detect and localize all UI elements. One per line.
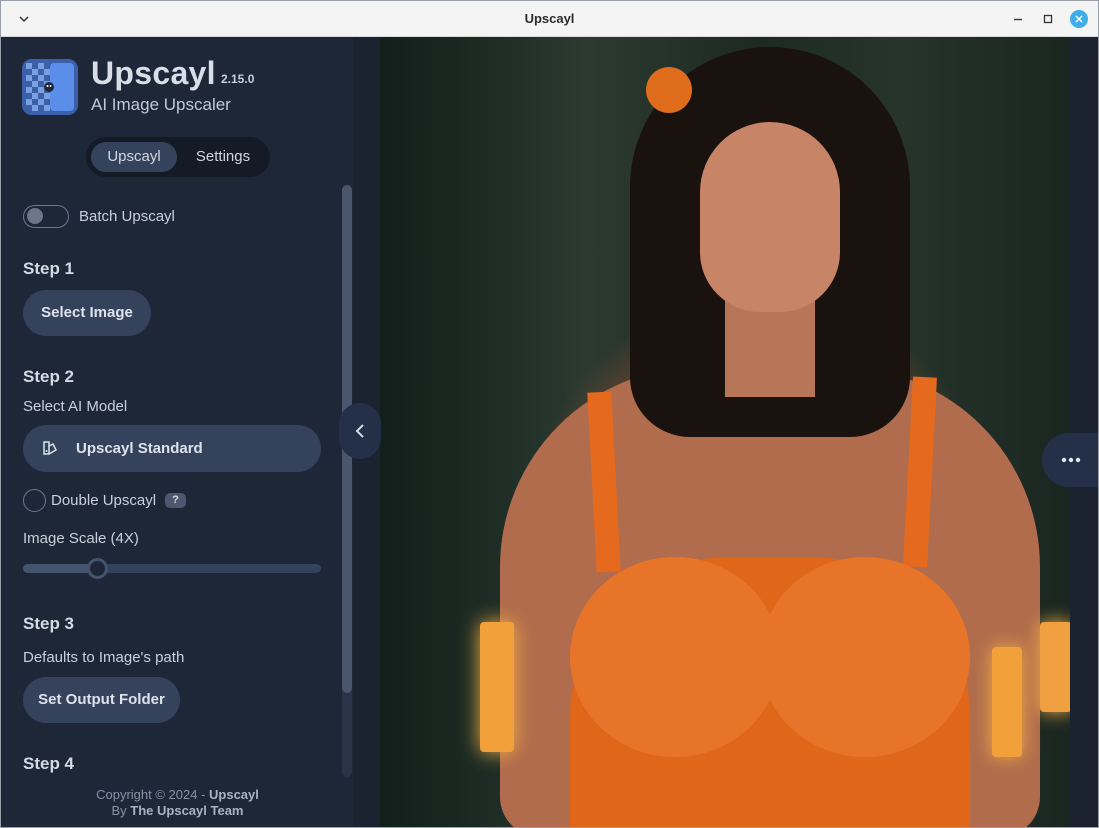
sidebar-scrollbar[interactable] — [342, 185, 352, 777]
batch-upscayl-label: Batch Upscayl — [79, 208, 175, 225]
model-swatch-icon — [43, 441, 57, 455]
double-upscayl-checkbox[interactable] — [23, 489, 46, 512]
collapse-sidebar-button[interactable] — [339, 403, 381, 459]
tab-upscayl[interactable]: Upscayl — [91, 142, 177, 172]
window-title: Upscayl — [524, 11, 575, 26]
minimize-icon — [1014, 18, 1022, 21]
photo-pumpkin-ornament — [646, 67, 692, 113]
output-folder-hint: Defaults to Image's path — [23, 649, 185, 666]
app-name: Upscayl — [91, 55, 216, 91]
step1-heading: Step 1 — [23, 259, 75, 278]
step3-heading: Step 3 — [23, 614, 75, 633]
copyright-text: Copyright © 2024 - — [96, 787, 210, 802]
footer-copyright: Copyright © 2024 - Upscayl — [2, 787, 353, 802]
preview-image — [380, 37, 1070, 827]
sidebar: Upscayl 2.15.0 AI Image Upscaler Upscayl… — [2, 37, 353, 827]
app-tagline: AI Image Upscaler — [91, 95, 231, 114]
image-scale-slider[interactable] — [23, 558, 321, 579]
credit-link[interactable]: The Upscayl Team — [130, 803, 243, 818]
slider-handle[interactable] — [87, 558, 108, 579]
photo-candle-right — [992, 647, 1022, 757]
upscayl-logo-icon — [22, 59, 78, 115]
photo-face-shape — [700, 122, 840, 312]
image-scale-label: Image Scale (4X) — [23, 530, 139, 547]
maximize-icon — [1043, 14, 1053, 24]
app-version: 2.15.0 — [221, 72, 255, 86]
photo-candle-left — [480, 622, 514, 752]
app-window: Upscayl Upscayl 2.15.0 AI Image Upscaler… — [0, 0, 1099, 828]
chevron-left-icon — [355, 424, 364, 438]
more-options-button[interactable] — [1042, 433, 1098, 487]
copyright-link[interactable]: Upscayl — [209, 787, 259, 802]
title-bar: Upscayl — [1, 1, 1098, 37]
minimize-button[interactable] — [1009, 10, 1027, 28]
double-upscayl-label: Double Upscayl — [51, 492, 157, 509]
photo-cup-right — [760, 557, 970, 757]
photo-candle-far-right — [1040, 622, 1070, 712]
model-select-label: Upscayl Standard — [76, 440, 203, 457]
close-icon — [1075, 15, 1083, 23]
toggle-knob — [27, 208, 43, 224]
footer-credit: By The Upscayl Team — [2, 803, 353, 818]
app-logo — [22, 59, 78, 115]
batch-upscayl-toggle[interactable] — [23, 205, 69, 228]
close-button[interactable] — [1070, 10, 1088, 28]
more-horizontal-icon — [1061, 457, 1081, 463]
tab-settings[interactable]: Settings — [181, 142, 265, 172]
maximize-button[interactable] — [1039, 10, 1057, 28]
credit-text: By — [111, 803, 131, 818]
image-preview-pane — [353, 37, 1098, 827]
model-select-button[interactable]: Upscayl Standard — [23, 425, 321, 472]
select-model-label: Select AI Model — [23, 398, 128, 415]
photo-cup-left — [570, 557, 780, 757]
step2-heading: Step 2 — [23, 367, 75, 386]
select-image-button[interactable]: Select Image — [23, 290, 151, 336]
tab-bar: Upscayl Settings — [86, 137, 270, 177]
set-output-folder-button[interactable]: Set Output Folder — [23, 677, 180, 723]
step4-heading: Step 4 — [23, 754, 75, 773]
double-upscayl-help-badge[interactable]: ? — [165, 493, 186, 508]
